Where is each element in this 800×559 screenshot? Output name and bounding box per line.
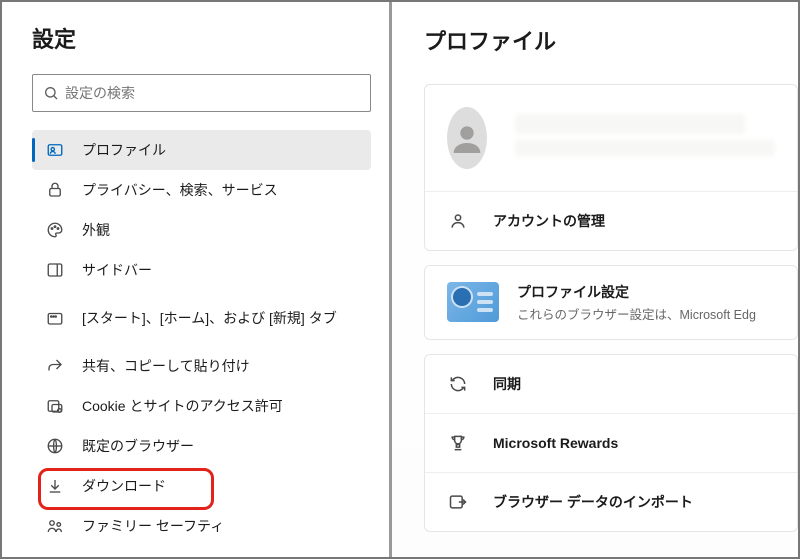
sidebar-item-label: サイドバー bbox=[82, 261, 363, 279]
avatar bbox=[447, 107, 487, 169]
sidebar-item-downloads[interactable]: ダウンロード bbox=[32, 466, 371, 506]
sidebar-item-share-copy-paste[interactable]: 共有、コピーして貼り付け bbox=[32, 346, 371, 386]
sidebar-item-label: 外観 bbox=[82, 221, 363, 239]
panel-icon bbox=[44, 259, 66, 281]
lock-icon bbox=[44, 179, 66, 201]
sidebar-item-label: 既定のブラウザー bbox=[82, 437, 363, 455]
sidebar-item-label: プライバシー、検索、サービス bbox=[82, 181, 363, 199]
profile-card: アカウントの管理 bbox=[424, 84, 798, 251]
profile-name-block bbox=[515, 114, 775, 162]
profile-name-redacted bbox=[515, 114, 745, 134]
family-icon bbox=[44, 515, 66, 537]
profile-settings-icon bbox=[447, 282, 499, 322]
main-content: プロファイル アカウントの管理 bbox=[392, 2, 798, 557]
search-icon bbox=[41, 83, 61, 103]
sidebar-item-family-safety[interactable]: ファミリー セーフティ bbox=[32, 506, 371, 546]
rewards-row[interactable]: Microsoft Rewards bbox=[425, 413, 797, 472]
import-label: ブラウザー データのインポート bbox=[493, 492, 775, 512]
sidebar-item-sidebar[interactable]: サイドバー bbox=[32, 250, 371, 290]
settings-search-box[interactable] bbox=[32, 74, 371, 112]
sidebar-item-appearance[interactable]: 外観 bbox=[32, 210, 371, 250]
tabs-icon bbox=[44, 307, 66, 329]
sidebar-item-label: ファミリー セーフティ bbox=[82, 517, 363, 535]
person-icon bbox=[447, 210, 469, 232]
sidebar-item-profile[interactable]: プロファイル bbox=[32, 130, 371, 170]
settings-search-input[interactable] bbox=[65, 85, 362, 101]
manage-account-label: アカウントの管理 bbox=[493, 211, 775, 231]
download-icon bbox=[44, 475, 66, 497]
sync-label: 同期 bbox=[493, 374, 775, 394]
sidebar-item-label: プロファイル bbox=[82, 141, 363, 159]
trophy-icon bbox=[447, 432, 469, 454]
sync-icon bbox=[447, 373, 469, 395]
sidebar-item-start-home-newtab[interactable]: [スタート]、[ホーム]、および [新規] タブ bbox=[32, 290, 371, 346]
manage-account-row[interactable]: アカウントの管理 bbox=[425, 192, 797, 250]
sidebar-item-label: ダウンロード bbox=[82, 477, 363, 495]
profile-icon bbox=[44, 139, 66, 161]
cookie-icon bbox=[44, 395, 66, 417]
sidebar-nav: プロファイル プライバシー、検索、サービス 外観 サイドバー bbox=[32, 130, 371, 546]
import-icon bbox=[447, 491, 469, 513]
profile-settings-subtitle: これらのブラウザー設定は、Microsoft Edg bbox=[517, 304, 775, 323]
sidebar-item-label: Cookie とサイトのアクセス許可 bbox=[82, 397, 363, 415]
profile-settings-card[interactable]: プロファイル設定 これらのブラウザー設定は、Microsoft Edg bbox=[424, 265, 798, 340]
settings-sidebar: 設定 プロファイル プライバシー、検索、サービス bbox=[2, 2, 392, 557]
palette-icon bbox=[44, 219, 66, 241]
page-title: プロファイル bbox=[424, 24, 798, 56]
profile-email-redacted bbox=[515, 140, 775, 156]
sync-row[interactable]: 同期 bbox=[425, 355, 797, 413]
sidebar-title: 設定 bbox=[32, 22, 371, 54]
share-icon bbox=[44, 355, 66, 377]
sidebar-item-label: [スタート]、[ホーム]、および [新規] タブ bbox=[82, 309, 363, 327]
browser-icon bbox=[44, 435, 66, 457]
sidebar-item-label: 共有、コピーして貼り付け bbox=[82, 357, 363, 375]
sidebar-item-privacy[interactable]: プライバシー、検索、サービス bbox=[32, 170, 371, 210]
import-row[interactable]: ブラウザー データのインポート bbox=[425, 472, 797, 531]
rewards-label: Microsoft Rewards bbox=[493, 435, 775, 451]
profile-options-card: 同期 Microsoft Rewards ブラウザー データのインポート bbox=[424, 354, 798, 532]
profile-settings-title: プロファイル設定 bbox=[517, 284, 629, 300]
sidebar-item-cookies[interactable]: Cookie とサイトのアクセス許可 bbox=[32, 386, 371, 426]
sidebar-item-default-browser[interactable]: 既定のブラウザー bbox=[32, 426, 371, 466]
profile-header bbox=[425, 85, 797, 192]
